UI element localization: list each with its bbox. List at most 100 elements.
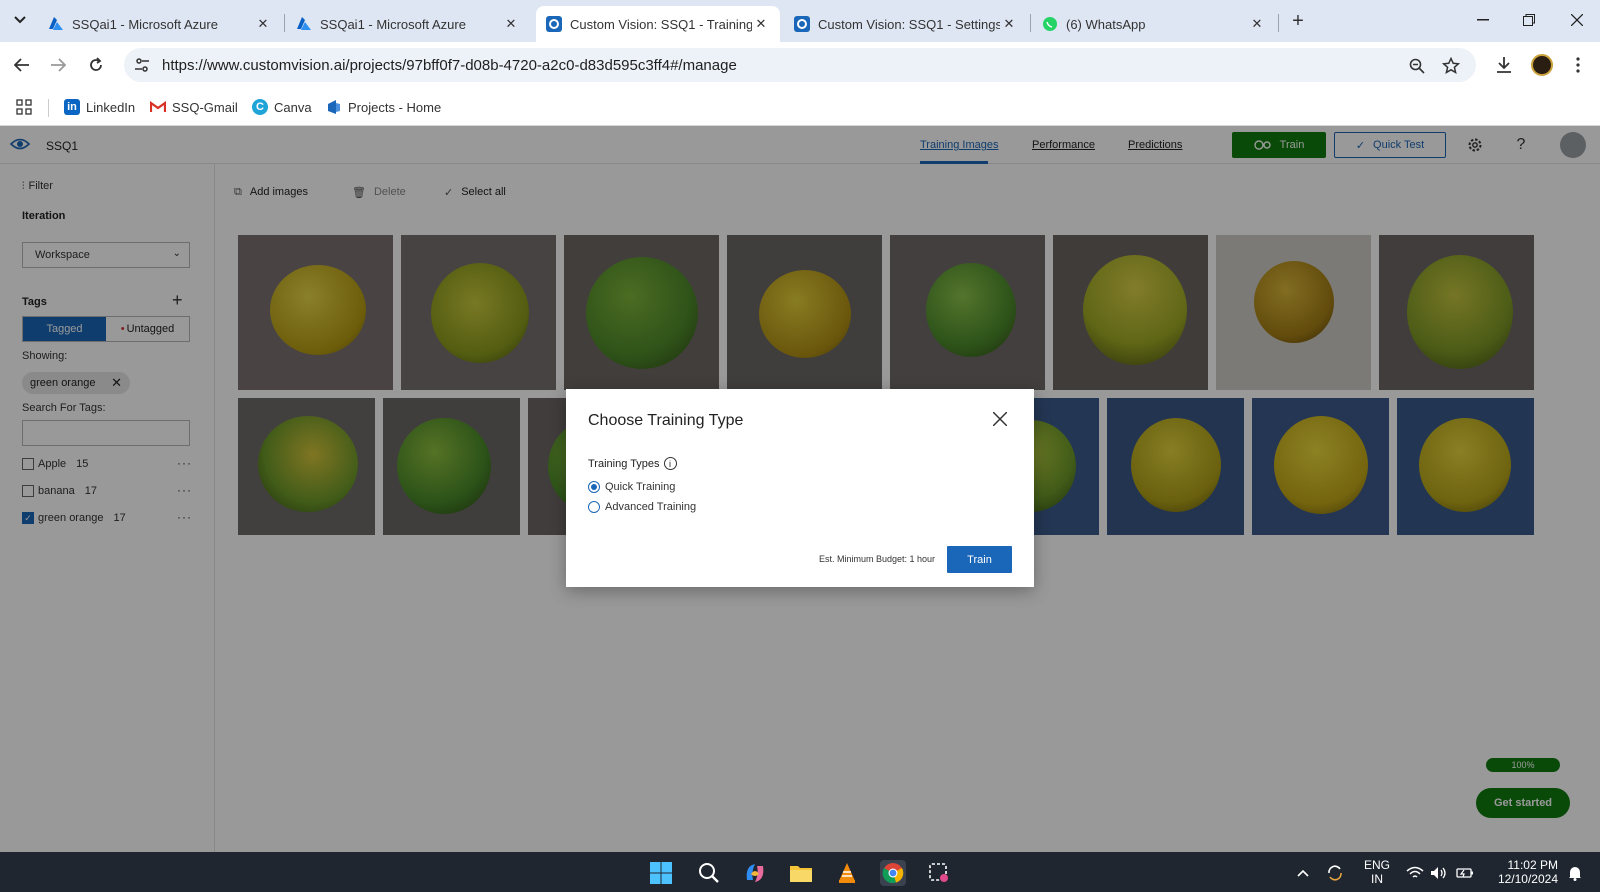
clock-date: 12/10/2024 (1497, 872, 1558, 886)
browser-tab-strip: SSQai1 - Microsoft Azure ✕ SSQai1 - Micr… (0, 0, 1600, 42)
profile-avatar (1531, 54, 1553, 76)
minimize-button[interactable] (1460, 0, 1506, 40)
tab-close-icon[interactable]: ✕ (254, 15, 272, 33)
chevron-down-icon (14, 16, 26, 24)
tab-close-icon[interactable]: ✕ (502, 15, 520, 33)
canva-icon: C (252, 99, 268, 115)
tab-separator (1278, 14, 1279, 32)
browser-tab-whatsapp[interactable]: (6) WhatsApp ✕ (1032, 6, 1276, 42)
training-types-label: Training Types i (588, 457, 677, 470)
bookmark-star-icon[interactable] (1442, 57, 1460, 75)
close-window-button[interactable] (1554, 0, 1600, 40)
address-bar[interactable]: https://www.customvision.ai/projects/97b… (124, 48, 1476, 82)
radio-label: Advanced Training (605, 501, 697, 513)
bookmark-label: SSQ-Gmail (172, 99, 238, 115)
clock-time: 11:02 PM (1507, 858, 1558, 872)
reload-button[interactable] (84, 53, 108, 77)
language-indicator[interactable]: ENG IN (1360, 858, 1394, 886)
battery-icon[interactable] (1456, 864, 1474, 882)
tab-separator (1030, 14, 1031, 32)
gmail-icon (150, 99, 166, 115)
reload-icon (90, 57, 102, 71)
radio-unselected-icon[interactable] (588, 501, 600, 513)
chrome-icon[interactable] (880, 860, 906, 886)
bookmark-canva[interactable]: C Canva (252, 96, 312, 118)
wifi-icon[interactable] (1406, 864, 1424, 882)
browser-menu-button[interactable] (1566, 53, 1590, 77)
profile-button[interactable] (1530, 53, 1554, 77)
copilot-icon[interactable] (742, 860, 768, 886)
radio-advanced-training[interactable]: Advanced Training (588, 500, 696, 514)
linkedin-icon: in (64, 99, 80, 115)
close-icon (1571, 14, 1583, 26)
browser-tab-azure-1[interactable]: SSQai1 - Microsoft Azure ✕ (38, 6, 282, 42)
custom-vision-icon (546, 16, 562, 32)
tab-title: Custom Vision: SSQ1 - Settings (818, 16, 1000, 32)
windows-start-icon[interactable] (648, 860, 674, 886)
file-explorer-icon[interactable] (788, 860, 814, 886)
notification-bell-icon[interactable] (1566, 864, 1584, 882)
dialog-close-button[interactable] (990, 409, 1010, 429)
custom-vision-icon (794, 16, 810, 32)
tab-close-icon[interactable]: ✕ (1000, 15, 1018, 33)
minimum-budget-text: Est. Minimum Budget: 1 hour (819, 554, 936, 564)
bookmark-label: Projects - Home (348, 99, 442, 115)
bookmark-label: Canva (274, 99, 312, 115)
back-arrow-icon (14, 58, 29, 72)
downloads-icon[interactable] (1492, 53, 1516, 77)
region-code: IN (1371, 872, 1383, 886)
radio-label: Quick Training (605, 481, 676, 493)
url-text[interactable]: https://www.customvision.ai/projects/97b… (162, 57, 737, 74)
kebab-menu-icon (1576, 57, 1580, 73)
volume-icon[interactable] (1430, 864, 1448, 882)
tab-search-button[interactable] (8, 8, 32, 32)
azure-icon (48, 16, 64, 32)
vlc-icon[interactable] (834, 860, 860, 886)
bookmark-gmail[interactable]: SSQ-Gmail (150, 96, 238, 118)
language-code: ENG (1363, 858, 1390, 872)
restore-button[interactable] (1506, 0, 1552, 40)
bookmarks-divider (48, 99, 49, 117)
info-icon[interactable]: i (663, 457, 677, 470)
show-hidden-icons-chevron-icon[interactable] (1294, 864, 1312, 882)
browser-tab-training[interactable]: Custom Vision: SSQ1 - Training ✕ (536, 6, 780, 42)
dialog-train-button[interactable]: Train (947, 546, 1012, 573)
azure-icon (296, 16, 312, 32)
new-tab-button[interactable]: + (1286, 10, 1310, 32)
radio-quick-training[interactable]: Quick Training (588, 480, 675, 494)
browser-tab-azure-2[interactable]: SSQai1 - Microsoft Azure ✕ (286, 6, 530, 42)
apps-grid-button[interactable] (16, 96, 32, 118)
close-icon (993, 412, 1007, 426)
bookmark-linkedin[interactable]: in LinkedIn (64, 96, 135, 118)
radio-selected-icon[interactable] (588, 481, 600, 493)
forward-button[interactable] (46, 53, 70, 77)
azure-devops-icon (326, 99, 342, 115)
tab-separator (284, 14, 285, 32)
zoom-icon[interactable] (1408, 57, 1426, 75)
bookmark-label: LinkedIn (86, 99, 136, 115)
search-icon[interactable] (696, 860, 722, 886)
choose-training-type-dialog: Choose Training Type Training Types i Qu… (566, 389, 1034, 587)
tab-title: SSQai1 - Microsoft Azure (320, 16, 466, 32)
bookmarks-bar: in LinkedIn SSQ-Gmail C Canva Projects -… (0, 88, 1600, 126)
snipping-tool-icon[interactable] (926, 860, 952, 886)
tab-close-icon[interactable]: ✕ (1248, 15, 1266, 33)
bookmark-projects-home[interactable]: Projects - Home (326, 96, 441, 118)
browser-toolbar: https://www.customvision.ai/projects/97b… (0, 42, 1600, 88)
browser-tab-settings[interactable]: Custom Vision: SSQ1 - Settings ✕ (784, 6, 1028, 42)
forward-arrow-icon (51, 58, 66, 72)
tab-close-icon[interactable]: ✕ (752, 15, 770, 33)
tab-title: (6) WhatsApp (1066, 16, 1146, 32)
training-types-text: Training Types (588, 457, 660, 470)
back-button[interactable] (10, 53, 34, 77)
tab-title: SSQai1 - Microsoft Azure (72, 16, 218, 32)
site-info-icon[interactable] (134, 57, 150, 73)
restore-icon (1523, 14, 1535, 26)
clock[interactable]: 11:02 PM 12/10/2024 (1484, 858, 1558, 886)
minimize-icon (1477, 19, 1489, 21)
tab-title: Custom Vision: SSQ1 - Training (570, 16, 752, 32)
sync-icon[interactable] (1326, 864, 1344, 882)
dialog-title: Choose Training Type (588, 412, 744, 429)
windows-taskbar: ENG IN 11:02 PM 12/10/2024 (0, 852, 1600, 892)
whatsapp-icon (1042, 16, 1058, 32)
